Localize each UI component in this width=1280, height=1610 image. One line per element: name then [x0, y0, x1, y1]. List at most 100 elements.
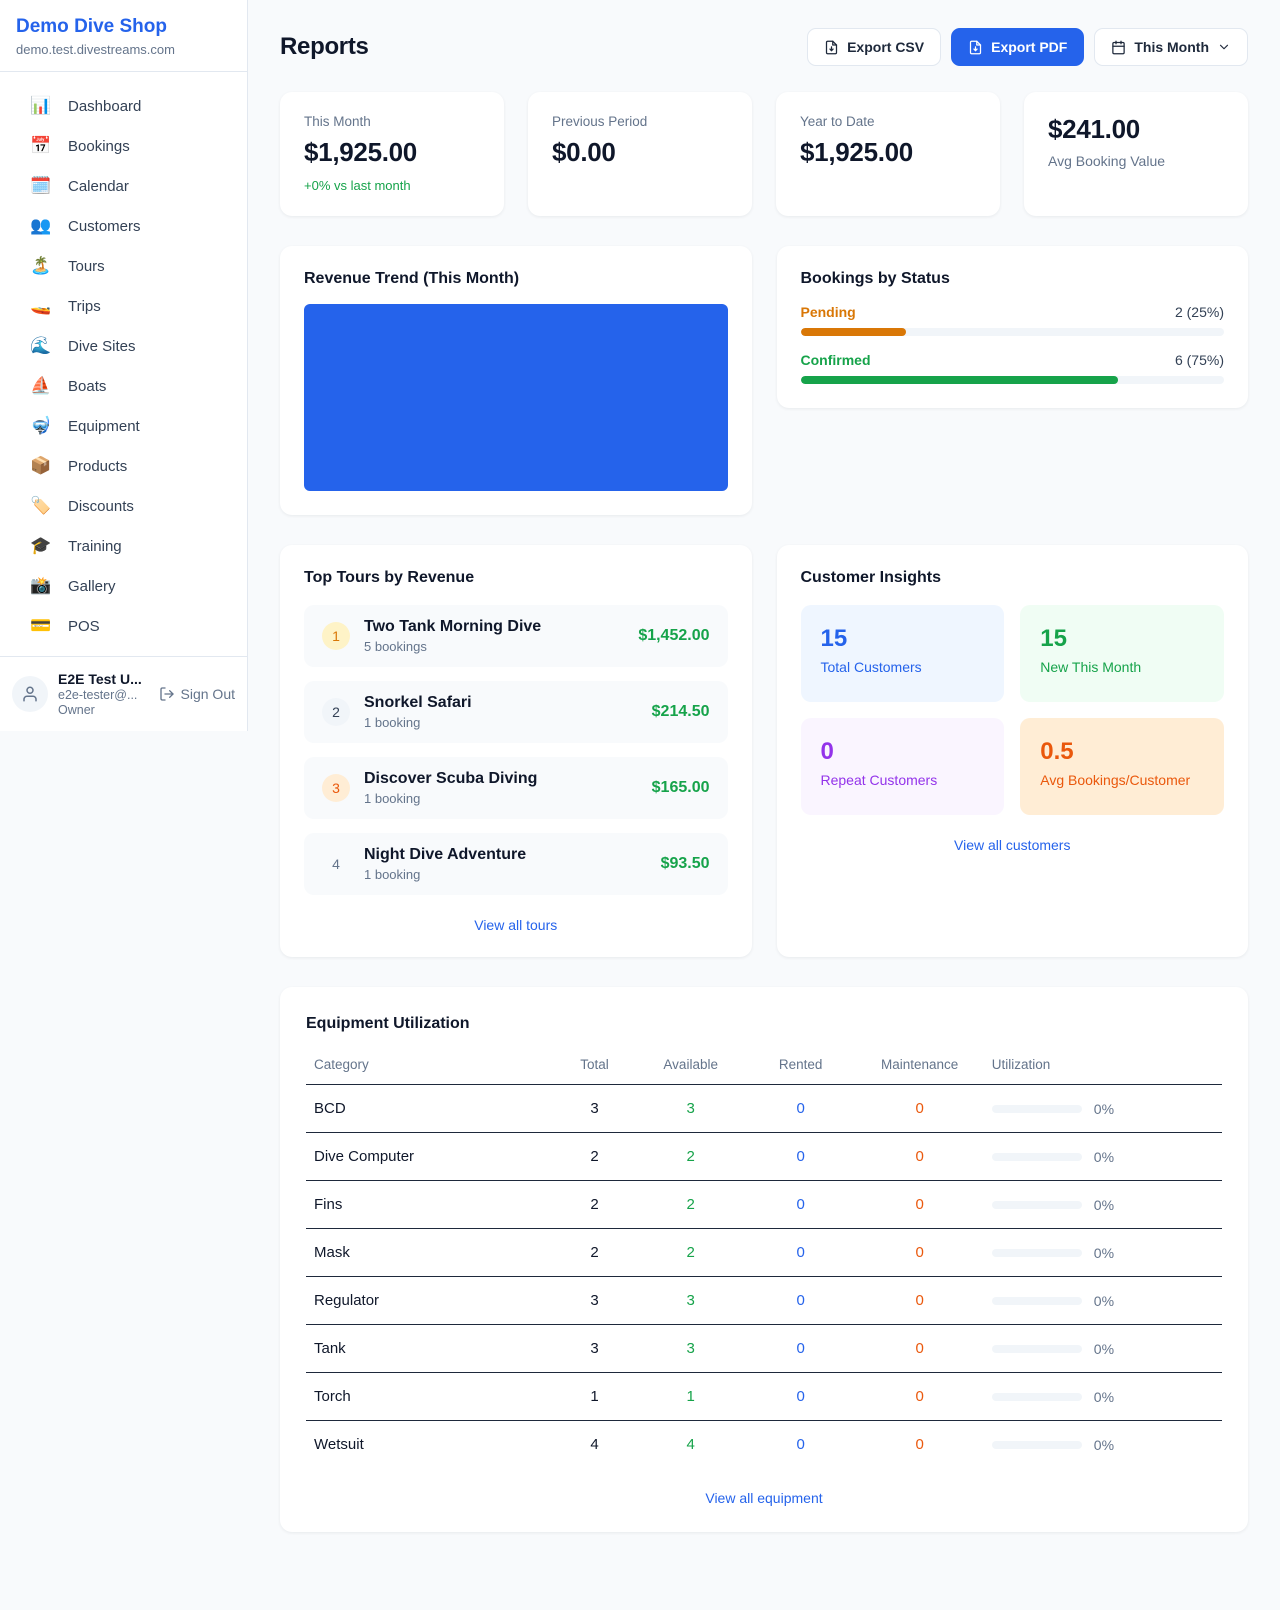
tile-value: 0 — [821, 738, 985, 766]
tile-label: Repeat Customers — [821, 772, 985, 788]
tile-value: 15 — [1040, 625, 1204, 653]
stat-label: Previous Period — [552, 114, 728, 129]
sidebar-item-pos[interactable]: 💳POS — [12, 606, 235, 646]
tile-label: Total Customers — [821, 659, 985, 675]
customer-insights-card: Customer Insights 15 Total Customers 15 … — [777, 545, 1249, 957]
utilization-cell: 0% — [992, 1437, 1214, 1453]
equip-category: Tank — [306, 1325, 553, 1373]
sidebar-item-tours[interactable]: 🏝️Tours — [12, 246, 235, 286]
sidebar-item-equipment[interactable]: 🤿Equipment — [12, 406, 235, 446]
rank-badge: 3 — [322, 774, 350, 802]
sidebar-item-customers[interactable]: 👥Customers — [12, 206, 235, 246]
view-all-customers-link[interactable]: View all customers — [801, 837, 1225, 853]
tour-list: 1 Two Tank Morning Dive5 bookings $1,452… — [304, 605, 728, 895]
status-label: Confirmed — [801, 352, 871, 368]
view-all-equipment-link[interactable]: View all equipment — [306, 1490, 1222, 1506]
tile-value: 0.5 — [1040, 738, 1204, 766]
shop-name: Demo Dive Shop — [16, 16, 231, 38]
sign-out-button[interactable]: Sign Out — [159, 686, 235, 702]
utilization-bar — [992, 1297, 1082, 1305]
stat-card-avg-booking-value: $241.00 Avg Booking Value — [1024, 92, 1248, 216]
products-icon: 📦 — [30, 456, 52, 476]
sidebar-item-products[interactable]: 📦Products — [12, 446, 235, 486]
tile-label: Avg Bookings/Customer — [1040, 772, 1204, 788]
view-all-tours-link[interactable]: View all tours — [304, 917, 728, 933]
logo-section: Demo Dive Shop demo.test.divestreams.com — [0, 0, 247, 72]
stat-value: $1,925.00 — [304, 137, 480, 168]
sidebar-item-boats[interactable]: ⛵Boats — [12, 366, 235, 406]
sidebar-item-discounts[interactable]: 🏷️Discounts — [12, 486, 235, 526]
shop-domain: demo.test.divestreams.com — [16, 42, 231, 57]
sidebar-item-bookings[interactable]: 📅Bookings — [12, 126, 235, 166]
rank-badge: 4 — [322, 850, 350, 878]
revenue-trend-title: Revenue Trend (This Month) — [304, 270, 728, 288]
table-row: Fins 2 2 0 0 0% — [306, 1181, 1222, 1229]
utilization-bar — [992, 1441, 1082, 1449]
tour-name: Discover Scuba Diving — [364, 770, 638, 788]
person-icon — [21, 685, 39, 703]
equip-category: Dive Computer — [306, 1133, 553, 1181]
tour-row: 3 Discover Scuba Diving1 booking $165.00 — [304, 757, 728, 819]
table-row: Tank 3 3 0 0 0% — [306, 1325, 1222, 1373]
utilization-cell: 0% — [992, 1341, 1214, 1357]
sidebar-item-trips[interactable]: 🚤Trips — [12, 286, 235, 326]
user-email: e2e-tester@... — [58, 688, 149, 702]
table-header-row: Category Total Available Rented Maintena… — [306, 1047, 1222, 1085]
dive-sites-icon: 🌊 — [30, 336, 52, 356]
status-count: 6 (75%) — [1175, 352, 1224, 368]
table-row: Dive Computer 2 2 0 0 0% — [306, 1133, 1222, 1181]
export-csv-button[interactable]: Export CSV — [807, 28, 941, 66]
avatar — [12, 676, 48, 712]
dashboard-icon: 📊 — [30, 96, 52, 116]
sidebar-item-gallery[interactable]: 📸Gallery — [12, 566, 235, 606]
trips-icon: 🚤 — [30, 296, 52, 316]
table-row: BCD 3 3 0 0 0% — [306, 1085, 1222, 1133]
page-header: Reports Export CSV Export PDF This Month — [280, 28, 1248, 66]
status-count: 2 (25%) — [1175, 304, 1224, 320]
tour-bookings: 1 booking — [364, 867, 647, 882]
tour-row: 1 Two Tank Morning Dive5 bookings $1,452… — [304, 605, 728, 667]
stat-card-previous-period: Previous Period $0.00 — [528, 92, 752, 216]
calendar-icon — [1111, 40, 1126, 55]
charts-row: Revenue Trend (This Month) Bookings by S… — [280, 246, 1248, 515]
sidebar-item-calendar[interactable]: 🗓️Calendar — [12, 166, 235, 206]
customers-icon: 👥 — [30, 216, 52, 236]
stats-row: This Month $1,925.00 +0% vs last month P… — [280, 92, 1248, 216]
revenue-trend-chart — [304, 304, 728, 491]
period-dropdown[interactable]: This Month — [1094, 28, 1248, 66]
equip-category: Torch — [306, 1373, 553, 1421]
utilization-bar — [992, 1393, 1082, 1401]
status-bar-fill — [801, 328, 907, 336]
equip-category: Regulator — [306, 1277, 553, 1325]
tour-revenue: $93.50 — [661, 855, 710, 873]
status-bar-track — [801, 376, 1225, 384]
equip-category: BCD — [306, 1085, 553, 1133]
tile-value: 15 — [821, 625, 985, 653]
export-pdf-button[interactable]: Export PDF — [951, 28, 1084, 66]
table-row: Wetsuit 4 4 0 0 0% — [306, 1421, 1222, 1469]
sidebar-item-training[interactable]: 🎓Training — [12, 526, 235, 566]
stat-label: Year to Date — [800, 114, 976, 129]
pos-icon: 💳 — [30, 616, 52, 636]
tours-icon: 🏝️ — [30, 256, 52, 276]
table-row: Mask 2 2 0 0 0% — [306, 1229, 1222, 1277]
tile-avg-bookings: 0.5 Avg Bookings/Customer — [1020, 718, 1224, 815]
sidebar-item-dashboard[interactable]: 📊Dashboard — [12, 86, 235, 126]
customer-insights-title: Customer Insights — [801, 569, 1225, 587]
tile-repeat-customers: 0 Repeat Customers — [801, 718, 1005, 815]
utilization-cell: 0% — [992, 1197, 1214, 1213]
rank-badge: 2 — [322, 698, 350, 726]
rank-badge: 1 — [322, 622, 350, 650]
utilization-bar — [992, 1345, 1082, 1353]
tour-name: Two Tank Morning Dive — [364, 618, 624, 636]
stat-value: $1,925.00 — [800, 137, 976, 168]
utilization-cell: 0% — [992, 1149, 1214, 1165]
status-row-confirmed: Confirmed 6 (75%) — [801, 352, 1225, 384]
insight-grid: 15 Total Customers 15 New This Month 0 R… — [801, 605, 1225, 815]
bookings-by-status-title: Bookings by Status — [801, 270, 1225, 288]
sidebar-item-dive-sites[interactable]: 🌊Dive Sites — [12, 326, 235, 366]
bookings-icon: 📅 — [30, 136, 52, 156]
page-title: Reports — [280, 33, 369, 61]
stat-value: $0.00 — [552, 137, 728, 168]
status-bar-track — [801, 328, 1225, 336]
